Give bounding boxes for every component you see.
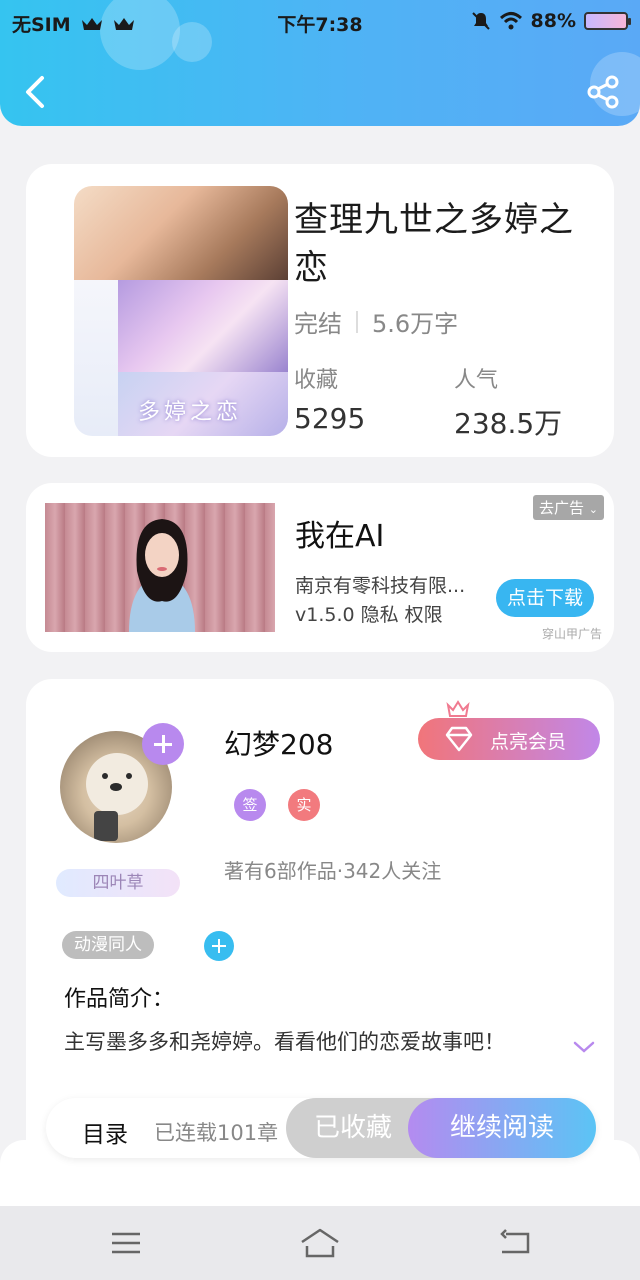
level-badge: 四叶草 bbox=[56, 869, 180, 897]
continue-reading-button[interactable]: 继续阅读 bbox=[408, 1098, 596, 1158]
battery-percent: 88% bbox=[530, 10, 576, 32]
system-nav-bar bbox=[0, 1206, 640, 1280]
status-bar: 无SIM 下午7:38 88% bbox=[0, 0, 640, 44]
follow-button[interactable] bbox=[142, 723, 184, 765]
chevron-down-icon[interactable] bbox=[572, 1039, 596, 1055]
avatar-image bbox=[94, 811, 118, 841]
ad-company: 南京有零科技有限... bbox=[295, 575, 466, 597]
word-count: 5.6万字 bbox=[372, 310, 459, 338]
action-bar: 目录 已连载101章 已收藏 继续阅读 bbox=[46, 1098, 596, 1158]
battery-icon bbox=[584, 12, 631, 30]
remove-ad-button[interactable]: 去广告 ⌄ bbox=[532, 495, 604, 520]
cover-art bbox=[74, 280, 118, 436]
book-status: 完结 bbox=[294, 310, 342, 338]
ad-version-info[interactable]: v1.5.0 隐私 权限 bbox=[295, 600, 443, 627]
home-icon[interactable] bbox=[298, 1226, 342, 1260]
add-tag-button[interactable] bbox=[204, 931, 234, 961]
download-button[interactable]: 点击下载 bbox=[496, 579, 594, 617]
vip-button[interactable]: 点亮会员 bbox=[418, 718, 600, 760]
diamond-icon bbox=[445, 726, 473, 752]
intro-label: 作品简介： bbox=[64, 987, 175, 1012]
menu-icon[interactable] bbox=[106, 1226, 146, 1260]
book-meta: 完结 5.6万字 bbox=[294, 304, 458, 339]
genre-tag[interactable]: 动漫同人 bbox=[62, 931, 154, 959]
divider bbox=[356, 310, 358, 333]
chapter-count: 已连载101章 bbox=[154, 1121, 279, 1145]
verified-badge: 实 bbox=[288, 789, 320, 821]
favorites-label: 收藏 bbox=[294, 368, 339, 393]
share-icon[interactable] bbox=[586, 74, 620, 110]
signed-badge: 签 bbox=[234, 789, 266, 821]
popularity-label: 人气 bbox=[454, 368, 499, 393]
avatar-image bbox=[110, 783, 122, 791]
avatar-image bbox=[126, 773, 132, 779]
back-arrow-icon[interactable] bbox=[20, 74, 52, 110]
cover-art bbox=[74, 186, 288, 280]
book-title: 查理九世之多婷之恋 bbox=[294, 200, 574, 288]
vip-label: 点亮会员 bbox=[490, 731, 567, 753]
ad-source-label: 穿山甲广告 bbox=[541, 627, 602, 641]
header: 无SIM 下午7:38 88% bbox=[0, 0, 640, 126]
ad-person-image bbox=[129, 519, 195, 632]
favorites-value: 5295 bbox=[294, 402, 366, 435]
wifi-icon bbox=[499, 12, 522, 30]
avatar-image bbox=[102, 773, 108, 779]
mute-bell-icon bbox=[471, 12, 490, 30]
ad-card[interactable]: 我在AI 南京有零科技有限... v1.5.0 隐私 权限 去广告 ⌄ 点击下载… bbox=[26, 483, 614, 652]
remove-ad-label: 去广告 bbox=[538, 499, 584, 517]
cover-title-art: 多婷之恋 bbox=[138, 400, 243, 425]
book-cover[interactable]: 多婷之恋 bbox=[74, 186, 288, 436]
book-info-card: 多婷之恋 查理九世之多婷之恋 完结 5.6万字 收藏 5295 人气 238.5… bbox=[26, 164, 614, 457]
author-stats: 著有6部作品·342人关注 bbox=[224, 859, 442, 883]
intro-text: 主写墨多多和尧婷婷。看看他们的恋爱故事吧！ bbox=[64, 1030, 505, 1054]
ad-image[interactable] bbox=[45, 503, 275, 632]
ad-title: 我在AI bbox=[295, 519, 385, 554]
author-name[interactable]: 幻梦208 bbox=[224, 723, 333, 763]
back-icon[interactable] bbox=[496, 1226, 536, 1260]
crown-icon bbox=[446, 700, 470, 717]
chevron-down-icon: ⌄ bbox=[588, 503, 598, 516]
cover-art bbox=[118, 280, 288, 372]
toc-button[interactable]: 目录 bbox=[82, 1115, 128, 1149]
popularity-value: 238.5万 bbox=[454, 407, 563, 440]
